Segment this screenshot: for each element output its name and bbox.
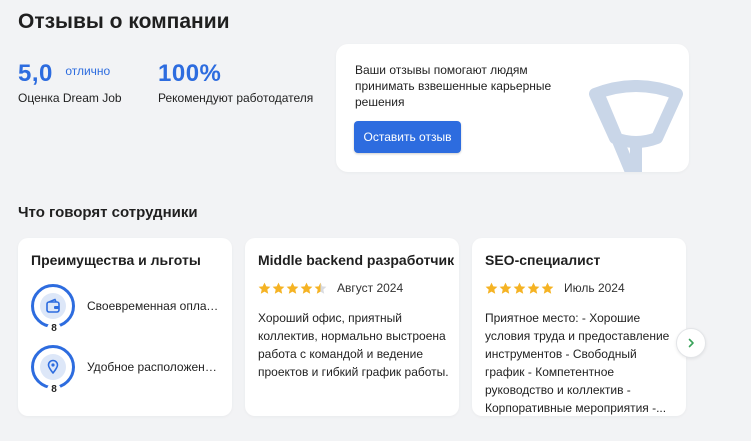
review-text: Приятное место: - Хорошие условия труда …	[485, 311, 670, 415]
review-text: Хороший офис, приятный коллектив, нормал…	[258, 311, 449, 379]
rating-value: 5,0	[18, 60, 53, 87]
star-icon	[314, 282, 327, 294]
dreamjob-logo-icon	[589, 80, 683, 172]
chevron-right-icon	[688, 338, 694, 348]
star-icon	[300, 282, 313, 294]
benefit-item[interactable]: 8 Своевременная оплата труда	[31, 284, 226, 336]
review-date: Август 2024	[337, 281, 404, 295]
review-date: Июль 2024	[564, 281, 625, 295]
review-title: Middle backend разработчик	[258, 252, 455, 268]
star-icon	[527, 282, 540, 294]
leave-review-promo: Ваши отзывы помогают людям принимать взв…	[336, 44, 689, 172]
promo-text: Ваши отзывы помогают людям принимать взв…	[355, 63, 552, 109]
review-card[interactable]: Middle backend разработчик Август 2024 Х…	[245, 238, 459, 416]
rating-quality: отлично	[65, 64, 111, 78]
rating-caption: Оценка Dream Job	[18, 91, 122, 105]
benefits-card[interactable]: Преимущества и льготы 8 Своевременная оп…	[18, 238, 232, 416]
star-icon	[541, 282, 554, 294]
company-rating: 5,0 отлично Оценка Dream Job	[18, 60, 122, 105]
wallet-icon	[40, 293, 66, 319]
benefit-count: 8	[47, 322, 61, 336]
benefit-label: Своевременная оплата труда	[87, 299, 219, 313]
star-rating	[485, 282, 554, 295]
star-icon	[258, 282, 271, 294]
carousel-next-button[interactable]	[676, 328, 706, 358]
star-icon	[286, 282, 299, 294]
recommend-caption: Рекомендуют работодателя	[158, 91, 314, 105]
leave-review-button[interactable]: Оставить отзыв	[354, 121, 461, 153]
benefit-label: Удобное расположение офиса	[87, 360, 219, 374]
location-pin-icon	[40, 354, 66, 380]
benefits-card-title: Преимущества и льготы	[31, 252, 201, 268]
review-rating: Август 2024	[258, 281, 403, 295]
benefit-item[interactable]: 8 Удобное расположение офиса	[31, 345, 226, 397]
star-icon	[485, 282, 498, 294]
benefit-count: 8	[47, 383, 61, 397]
star-rating	[258, 282, 327, 295]
recommend-stat: 100% Рекомендуют работодателя	[158, 60, 313, 105]
section-title: Что говорят сотрудники	[18, 204, 198, 221]
review-title: SEO-специалист	[485, 252, 601, 268]
recommend-value: 100%	[158, 60, 222, 87]
review-card[interactable]: SEO-специалист Июль 2024 Приятное место:…	[472, 238, 686, 416]
star-icon	[499, 282, 512, 294]
page-title: Отзывы о компании	[18, 10, 230, 33]
review-rating: Июль 2024	[485, 281, 625, 295]
star-icon	[513, 282, 526, 294]
star-icon	[272, 282, 285, 294]
